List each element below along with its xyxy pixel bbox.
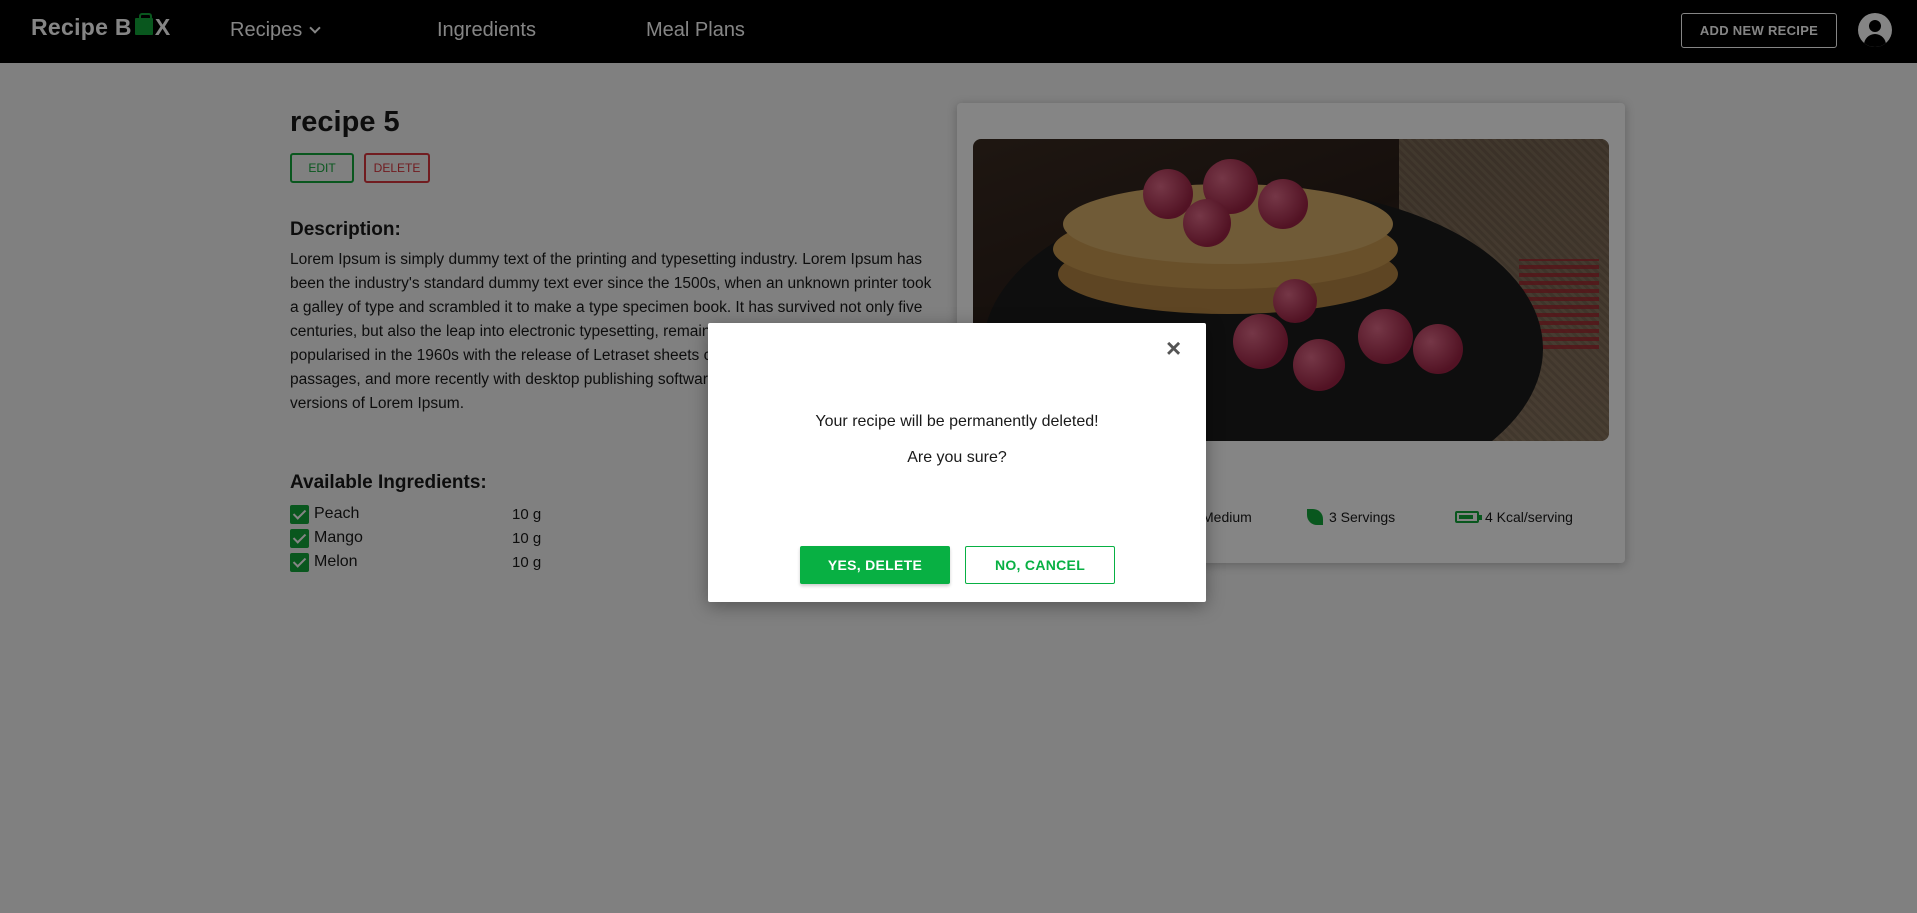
confirm-delete-button[interactable]: YES, DELETE: [800, 546, 950, 584]
dialog-question: Are you sure?: [907, 449, 1007, 466]
delete-confirm-dialog: × Your recipe will be permanently delete…: [708, 323, 1206, 602]
cancel-delete-button[interactable]: NO, CANCEL: [965, 546, 1115, 584]
dialog-message: Your recipe will be permanently deleted!: [815, 413, 1099, 430]
close-icon[interactable]: ×: [1166, 335, 1181, 361]
